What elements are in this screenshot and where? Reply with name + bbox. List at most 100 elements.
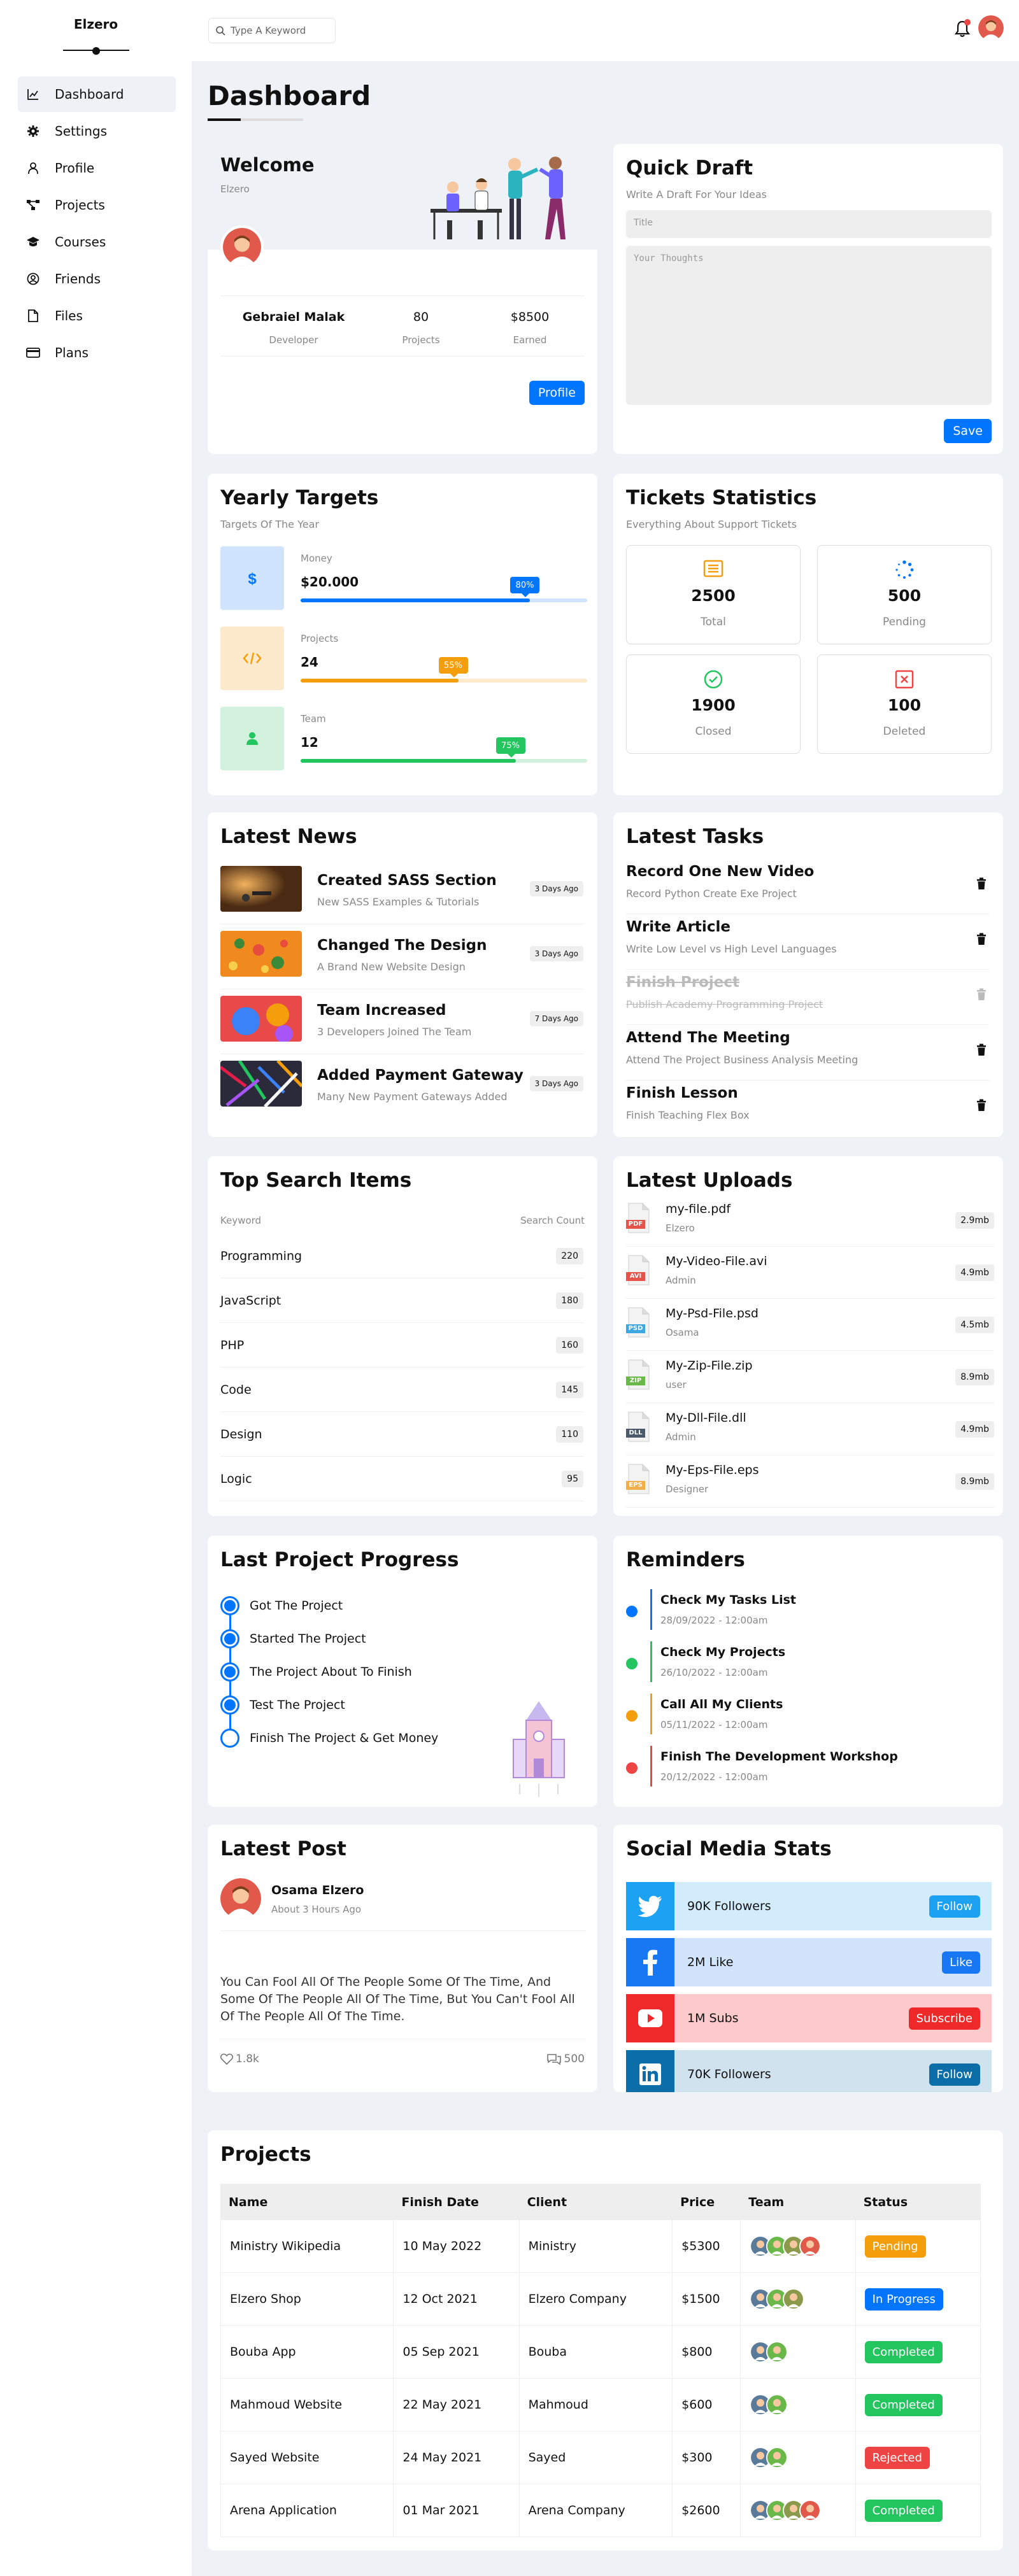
search-input[interactable]: Type A Keyword [208,18,336,43]
sidebar-item-friends[interactable]: Friends [18,261,176,297]
table-row: Bouba App 05 Sep 2021 Bouba $800 Completed [220,2325,981,2379]
draft-title-input[interactable]: Title [626,210,992,238]
news-time-badge: 3 Days Ago [529,1076,583,1091]
yearly-targets-card: Yearly Targets Targets Of The Year $ Mone… [208,474,597,795]
reminder-bar [650,1694,652,1734]
search-count: 145 [556,1381,583,1398]
draft-body-textarea[interactable]: Your Thoughts [626,246,992,405]
top-search-card: Top Search Items Keyword Search Count Pr… [208,1156,597,1516]
trash-icon[interactable] [976,988,987,1003]
search-count: 95 [562,1470,583,1487]
upload-item[interactable]: ZIP My-Zip-File.zip user 8.9mb [626,1351,994,1403]
progress-track: 55% [301,657,587,683]
column-header-name: Name [220,2184,394,2220]
team-avatars [750,2288,855,2310]
upload-item[interactable]: AVI My-Video-File.avi Admin 4.9mb [626,1247,994,1299]
news-desc: 3 Developers Joined The Team [317,1026,472,1038]
trash-icon[interactable] [976,877,987,893]
news-title: Team Increased [317,1002,446,1019]
notifications-bell-icon[interactable] [954,19,971,38]
social-follow-button[interactable]: Follow [929,2063,980,2086]
search-item-row: Code 145 [220,1368,583,1412]
ticket-label: Closed [695,725,732,738]
save-button[interactable]: Save [944,419,992,443]
quick-draft-title: Quick Draft [626,157,753,180]
upload-item[interactable]: PDF my-file.pdf Elzero 2.9mb [626,1194,994,1247]
upload-filename: My-Psd-File.psd [666,1306,759,1320]
sidebar-item-settings[interactable]: Settings [18,113,176,149]
news-image [220,1061,302,1107]
code-icon [220,626,284,690]
reminder-item: Finish The Development Workshop 20/12/202… [626,1746,989,1790]
ticket-label: Pending [883,616,926,628]
reminder-item: Check My Tasks List 28/09/2022 - 12:00am [626,1589,989,1634]
news-item[interactable]: Changed The Design A Brand New Website De… [220,926,583,989]
trash-icon[interactable] [976,1099,987,1114]
sidebar-item-dashboard[interactable]: Dashboard [18,76,176,112]
team-avatars [750,2447,855,2468]
project-name: Mahmoud Website [220,2378,394,2431]
table-row: Sayed Website 24 May 2021 Sayed $300 Rejecte… [220,2431,981,2484]
search-item-row: Logic 95 [220,1457,583,1501]
social-stat: 2M Like [687,1955,734,1969]
user-avatar[interactable] [978,15,1004,41]
post-likes[interactable]: 1.8k [220,2053,259,2065]
latest-tasks-title: Latest Tasks [626,825,764,848]
project-progress-title: Last Project Progress [220,1548,459,1571]
x-square-icon [818,669,991,690]
upload-filename: My-Eps-File.eps [666,1463,759,1477]
latest-news-title: Latest News [220,825,357,848]
file-zip-icon: ZIP [626,1359,652,1391]
step-label: Got The Project [250,1599,343,1613]
project-status: Pending [855,2219,981,2273]
news-item[interactable]: Created SASS Section New SASS Examples & … [220,861,583,924]
reminder-date: 28/09/2022 - 12:00am [660,1615,768,1626]
inbox-icon [627,560,800,577]
keyword-column-header: Keyword [220,1215,262,1226]
social-follow-button[interactable]: Follow [929,1895,980,1918]
upload-item[interactable]: PSD My-Psd-File.psd Osama 4.5mb [626,1299,994,1351]
upload-item[interactable]: EPS My-Eps-File.eps Designer 8.9mb [626,1455,994,1508]
search-item-row: Programming 220 [220,1234,583,1278]
sidebar-item-profile[interactable]: Profile [18,150,176,186]
upload-item[interactable]: DLL My-Dll-File.dll Admin 4.9mb [626,1403,994,1455]
task-item: Finish Lesson Finish Teaching Flex Box [626,1081,989,1136]
search-count: 220 [556,1247,583,1264]
sidebar-item-label: Friends [55,271,101,287]
social-subscribe-button[interactable]: Subscribe [908,2007,980,2030]
sidebar-item-plans[interactable]: Plans [18,335,176,371]
sidebar-item-projects[interactable]: Projects [18,187,176,223]
task-desc: Finish Teaching Flex Box [626,1109,750,1121]
logo-underline [63,47,129,55]
profile-button[interactable]: Profile [529,381,585,405]
sidebar-item-files[interactable]: Files [18,298,176,334]
social-stat: 90K Followers [687,1899,771,1913]
target-value: 12 [301,735,318,750]
projects-table: Name Finish Date Client Price Team Status Min… [220,2184,981,2537]
social-like-button[interactable]: Like [942,1951,980,1974]
post-comments[interactable]: 500 [546,2053,585,2065]
task-title: Attend The Meeting [626,1030,790,1046]
target-label: Team [301,713,326,725]
sidebar-item-courses[interactable]: Courses [18,224,176,260]
upload-filename: my-file.pdf [666,1202,731,1216]
page-title: Dashboard [208,80,371,111]
news-title: Changed The Design [317,937,487,954]
trash-icon[interactable] [976,1044,987,1059]
news-item[interactable]: Added Payment Gateway Many New Payment Ga… [220,1056,583,1119]
projects-table-header: Name Finish Date Client Price Team Status [220,2184,981,2220]
count-column-header: Search Count [520,1215,585,1226]
task-item: Finish Project Publish Academy Programmin… [626,970,989,1025]
progress-fill [301,759,516,763]
social-stat: 1M Subs [687,2011,739,2025]
trash-icon[interactable] [976,933,987,948]
news-item[interactable]: Team Increased 3 Developers Joined The Te… [220,991,583,1054]
upload-size: 4.5mb [955,1317,994,1333]
svg-text:$: $ [248,570,257,588]
social-stats-card: Social Media Stats 90K Followers Follow 2M… [613,1825,1003,2092]
upload-owner: Designer [666,1483,709,1495]
progress-tooltip: 75% [495,737,525,758]
search-item-row: Design 110 [220,1412,583,1457]
latest-uploads-title: Latest Uploads [626,1169,793,1192]
file-ext-label: ZIP [629,1377,642,1384]
